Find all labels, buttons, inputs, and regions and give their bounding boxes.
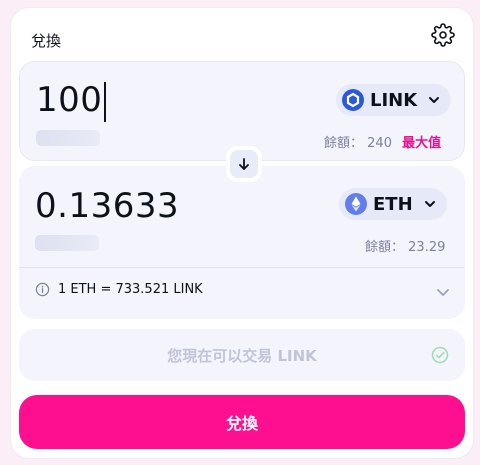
input-token-selector[interactable]: LINK <box>336 84 452 116</box>
text-caret <box>104 81 106 122</box>
chevron-down-icon[interactable] <box>435 284 451 300</box>
output-amount-value[interactable]: 0.13633 <box>35 186 179 226</box>
chevron-down-icon <box>424 201 435 207</box>
output-balance-value: 23.29 <box>408 240 446 255</box>
ethereum-icon <box>345 193 367 215</box>
info-icon <box>35 282 50 297</box>
swap-title: 兌換 <box>31 32 62 50</box>
input-fiat-value-placeholder <box>36 130 100 146</box>
output-token-selector[interactable]: ETH <box>339 188 447 220</box>
arrow-down-icon <box>239 158 249 170</box>
output-token-symbol: ETH <box>373 193 413 215</box>
swap-direction-button[interactable] <box>226 146 262 182</box>
settings-gear-icon[interactable] <box>431 23 455 47</box>
input-token-symbol: LINK <box>370 89 418 111</box>
max-button[interactable]: 最大值 <box>402 136 441 151</box>
swap-card: 兌換 100 LINK 餘額： 240 最大值 0.13633 ETH 餘額： … <box>11 8 473 458</box>
output-fiat-value-placeholder <box>35 235 99 251</box>
swap-button[interactable]: 兌換 <box>19 395 465 449</box>
trade-status-text: 您現在可以交易 LINK <box>167 346 317 365</box>
chevron-down-icon <box>429 97 440 103</box>
input-balance-value: 240 <box>367 136 392 151</box>
input-balance-label: 餘額： <box>324 136 364 151</box>
check-circle-icon <box>431 346 449 364</box>
chainlink-icon <box>342 89 364 111</box>
trade-status-bar: 您現在可以交易 LINK <box>19 329 465 381</box>
exchange-rate-text: 1 ETH = 733.521 LINK <box>58 282 203 297</box>
output-balance-label: 餘額： <box>365 240 405 255</box>
input-amount-value: 100 <box>36 80 103 120</box>
divider <box>19 267 465 268</box>
input-balance: 餘額： 240 最大值 <box>324 132 441 151</box>
output-balance: 餘額： 23.29 <box>365 236 445 255</box>
input-amount-field[interactable]: 100 <box>36 80 106 122</box>
exchange-rate-row[interactable]: 1 ETH = 733.521 LINK <box>35 282 203 297</box>
output-panel: 0.13633 ETH 餘額： 23.29 1 ETH = 733.521 LI… <box>19 166 465 319</box>
